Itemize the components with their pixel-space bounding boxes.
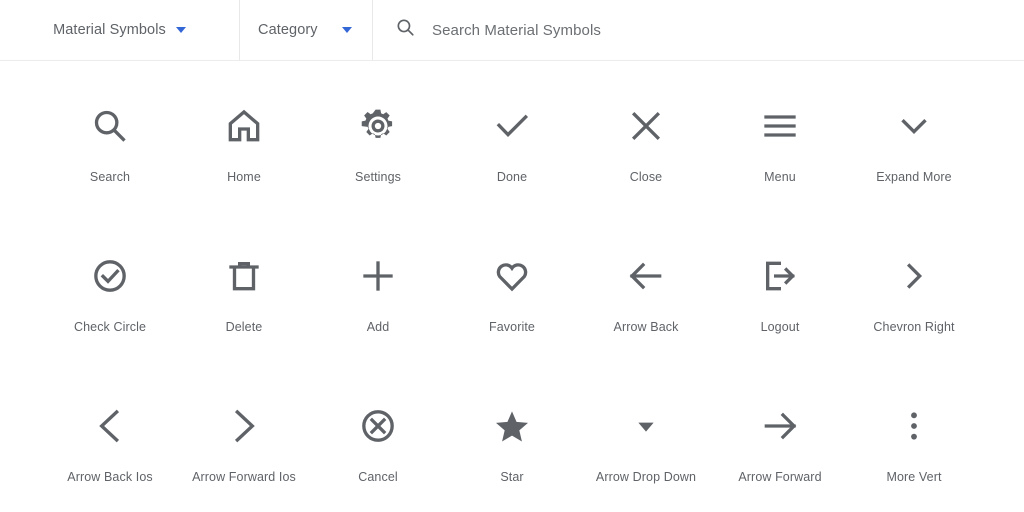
icon-label: Arrow Back — [613, 320, 679, 334]
arrow-back-ios-icon — [87, 403, 133, 449]
more-vert-icon — [891, 403, 937, 449]
icon-cell-arrow-forward[interactable]: Arrow Forward — [713, 361, 847, 511]
chevron-down-icon — [342, 27, 352, 33]
arrow-forward-icon — [757, 403, 803, 449]
font-family-select[interactable]: Material Symbols — [0, 0, 240, 60]
icon-label: More Vert — [886, 470, 942, 484]
icon-label: Check Circle — [73, 320, 147, 334]
icon-cell-settings[interactable]: Settings — [311, 61, 445, 211]
icon-cell-chevron-right[interactable]: Chevron Right — [847, 211, 981, 361]
arrow-back-icon — [623, 253, 669, 299]
toolbar: Material Symbols Category Search Materia… — [0, 0, 1024, 61]
icon-label: Expand More — [876, 170, 952, 184]
icon-cell-done[interactable]: Done — [445, 61, 579, 211]
search-input[interactable]: Search Material Symbols — [432, 22, 601, 39]
logout-icon — [757, 253, 803, 299]
arrow-drop-down-icon — [623, 403, 669, 449]
icon-grid-row-1: Search Home Settings Done Close Menu Exp… — [0, 61, 1024, 211]
icon-cell-close[interactable]: Close — [579, 61, 713, 211]
add-icon — [355, 253, 401, 299]
icon-cell-check-circle[interactable]: Check Circle — [43, 211, 177, 361]
icon-label: Delete — [225, 320, 263, 334]
icon-cell-arrow-forward-ios[interactable]: Arrow Forward Ios — [177, 361, 311, 511]
icon-label: Star — [500, 470, 524, 484]
icon-label: Home — [227, 170, 261, 184]
category-select-label: Category — [258, 22, 318, 38]
chevron-right-icon — [891, 253, 937, 299]
icon-cell-home[interactable]: Home — [177, 61, 311, 211]
delete-icon — [221, 253, 267, 299]
icon-label: Arrow Back Ios — [67, 470, 153, 484]
cancel-icon — [355, 403, 401, 449]
close-icon — [623, 103, 669, 149]
icon-label: Close — [629, 170, 663, 184]
icon-label: Menu — [764, 170, 796, 184]
icon-label: Search — [89, 170, 131, 184]
arrow-forward-ios-icon — [221, 403, 267, 449]
icon-cell-more-vert[interactable]: More Vert — [847, 361, 981, 511]
icon-cell-expand-more[interactable]: Expand More — [847, 61, 981, 211]
icon-label: Chevron Right — [873, 320, 955, 334]
icon-label: Arrow Drop Down — [595, 470, 697, 484]
icon-label: Settings — [355, 170, 401, 184]
font-family-select-label: Material Symbols — [53, 22, 166, 38]
home-icon — [221, 103, 267, 149]
icon-cell-menu[interactable]: Menu — [713, 61, 847, 211]
icon-cell-arrow-drop-down[interactable]: Arrow Drop Down — [579, 361, 713, 511]
icon-cell-star[interactable]: Star — [445, 361, 579, 511]
icon-cell-arrow-back-ios[interactable]: Arrow Back Ios — [43, 361, 177, 511]
icon-label: Arrow Forward Ios — [192, 470, 296, 484]
search-bar[interactable]: Search Material Symbols — [373, 0, 1024, 60]
icon-cell-add[interactable]: Add — [311, 211, 445, 361]
icon-grid-row-3: Arrow Back Ios Arrow Forward Ios Cancel … — [0, 361, 1024, 511]
expand-more-icon — [891, 103, 937, 149]
icon-cell-logout[interactable]: Logout — [713, 211, 847, 361]
icon-label: Cancel — [358, 470, 398, 484]
icon-grid-row-2: Check Circle Delete Add Favorite Arrow B… — [0, 211, 1024, 361]
chevron-down-icon — [175, 27, 186, 33]
icon-label: Add — [366, 320, 390, 334]
menu-icon — [757, 103, 803, 149]
star-icon — [489, 403, 535, 449]
icon-cell-cancel[interactable]: Cancel — [311, 361, 445, 511]
icon-cell-favorite[interactable]: Favorite — [445, 211, 579, 361]
icon-label: Logout — [760, 320, 800, 334]
icon-cell-arrow-back[interactable]: Arrow Back — [579, 211, 713, 361]
icon-cell-search[interactable]: Search — [43, 61, 177, 211]
category-select[interactable]: Category — [240, 0, 373, 60]
icon-label: Favorite — [489, 320, 535, 334]
done-icon — [489, 103, 535, 149]
icon-label: Done — [496, 170, 528, 184]
icon-cell-delete[interactable]: Delete — [177, 211, 311, 361]
settings-icon — [355, 103, 401, 149]
icon-label: Arrow Forward — [738, 470, 822, 484]
check-circle-icon — [87, 253, 133, 299]
favorite-icon — [489, 253, 535, 299]
search-icon — [395, 17, 416, 43]
search-icon — [87, 103, 133, 149]
